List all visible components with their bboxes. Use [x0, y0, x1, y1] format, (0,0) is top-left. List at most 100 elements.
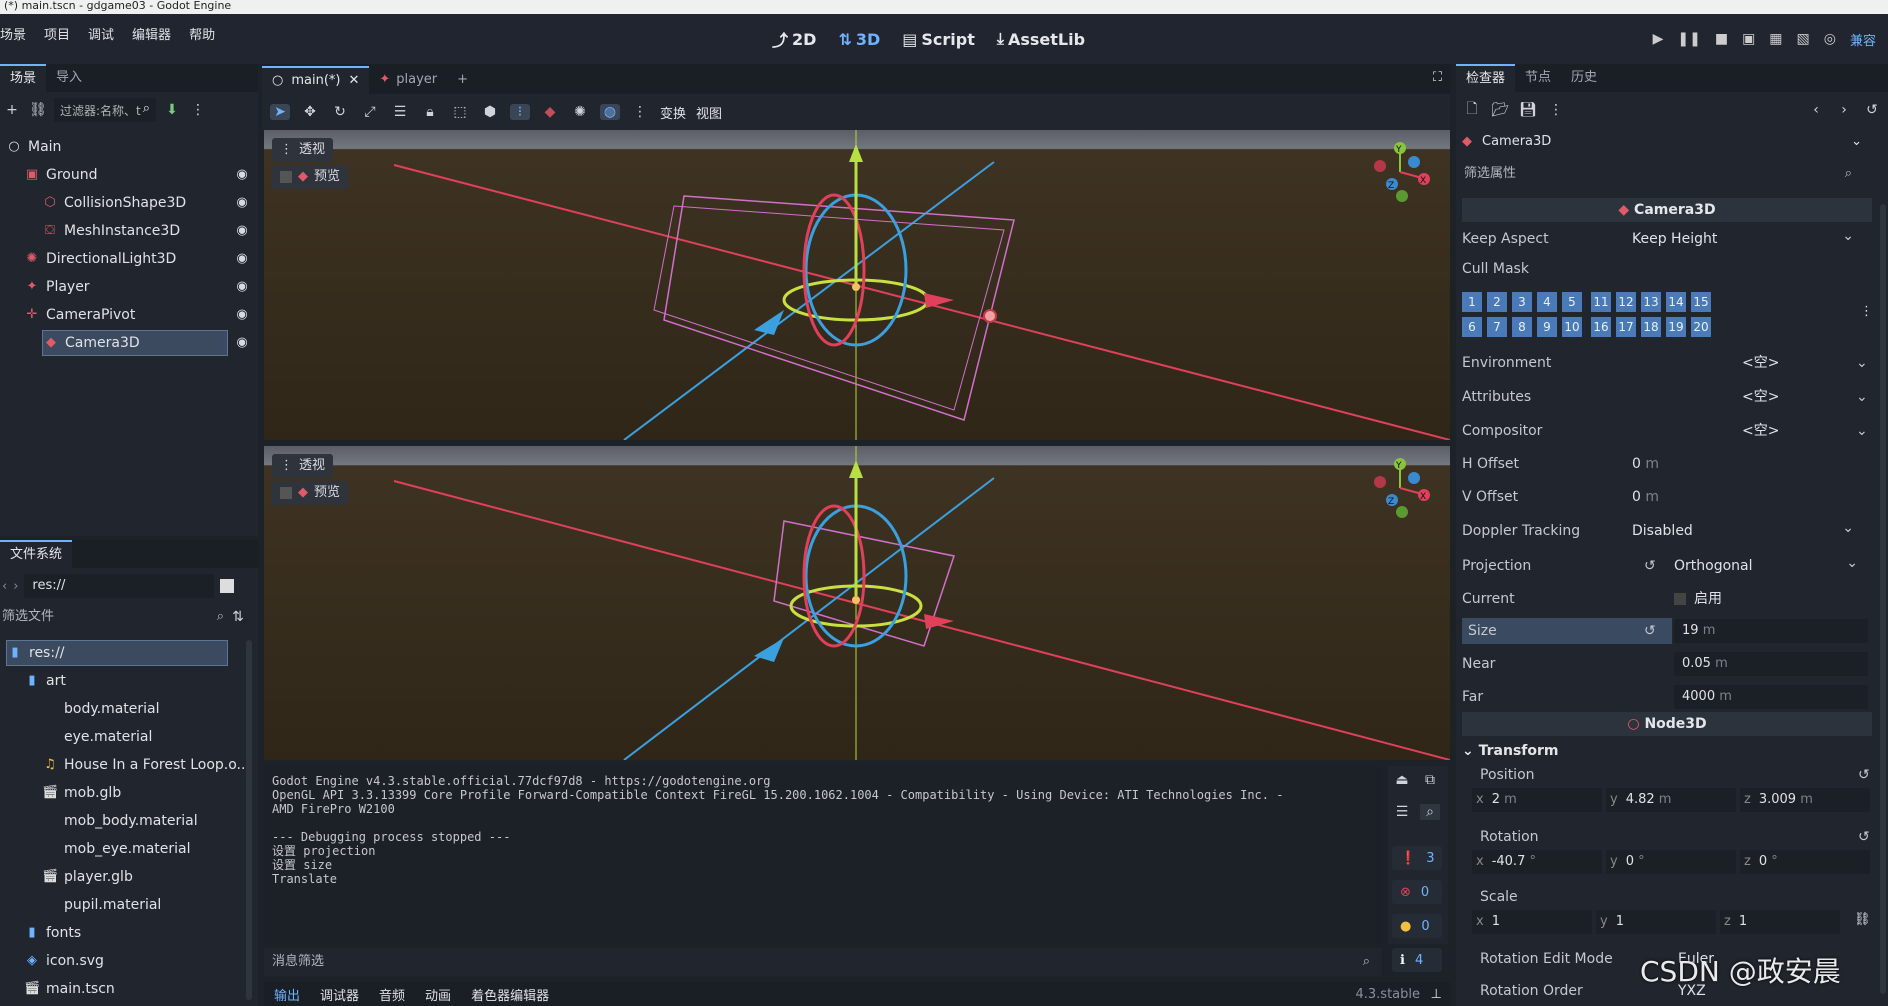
visibility-eye-icon[interactable]: ◉ [234, 251, 250, 267]
checkbox[interactable] [280, 171, 292, 183]
remote-debug-icon[interactable]: ▣ [1742, 31, 1755, 47]
visibility-eye-icon[interactable]: ◉ [234, 335, 250, 351]
menu-debug[interactable]: 调试 [88, 18, 114, 54]
file-item[interactable]: ▮ fonts [24, 920, 81, 946]
scene-tree-node[interactable]: ▣ Ground [24, 162, 98, 188]
select-tool-icon[interactable]: ➤ [270, 104, 290, 120]
play-custom-icon[interactable]: ▧ [1797, 31, 1810, 47]
cull-mask-grid[interactable]: 1 2 3 4 5 11 12 13 14 15 6 7 8 9 10 16 17 18 19 20 [1462, 292, 1722, 344]
tab-shader-editor[interactable]: 着色器编辑器 [471, 985, 549, 1004]
scale-y-field[interactable]: y1 [1596, 910, 1716, 934]
move-tool-icon[interactable]: ✥ [300, 104, 320, 120]
play-scene-icon[interactable]: ▦ [1769, 31, 1782, 47]
menu-editor[interactable]: 编辑器 [132, 18, 171, 54]
tab-player-scene[interactable]: ✦ player [369, 66, 447, 94]
file-item[interactable]: ◈ icon.svg [24, 948, 104, 974]
chevron-down-icon[interactable]: ⌄ [1856, 350, 1868, 376]
menu-project[interactable]: 项目 [44, 18, 70, 54]
axis-gizmo[interactable]: Y X Z [1370, 458, 1430, 518]
axis-gizmo[interactable]: Y X Z [1370, 142, 1430, 202]
revert-icon[interactable]: ↺ [1858, 824, 1870, 850]
object-selector[interactable]: ◆ Camera3D ⌄ [1462, 130, 1862, 154]
snap-icon[interactable]: ⁝ [510, 104, 530, 120]
checkbox[interactable] [280, 487, 292, 499]
back-icon[interactable]: ‹ [1806, 102, 1826, 118]
scene-tree-node[interactable]: ✛ CameraPivot [24, 302, 136, 328]
scrollbar[interactable] [246, 640, 252, 1000]
section-node3d[interactable]: ○ Node3D [1462, 712, 1872, 736]
visibility-eye-icon[interactable]: ◉ [234, 195, 250, 211]
revert-icon[interactable]: ↺ [1858, 762, 1870, 788]
rotation-z-field[interactable]: z0 ° [1740, 850, 1870, 874]
group-icon[interactable]: ⬚ [450, 104, 470, 120]
chevron-down-icon[interactable]: ⌄ [1856, 418, 1868, 444]
cull-layer-bit[interactable]: 4 [1537, 292, 1557, 312]
collapse-icon[interactable]: ☰ [1392, 804, 1412, 820]
revert-icon[interactable]: ↺ [1644, 553, 1656, 579]
file-item[interactable]: ♫ House In a Forest Loop.o... [42, 752, 250, 778]
open-icon[interactable]: 📂︎ [1490, 102, 1510, 118]
chevron-down-icon[interactable]: ⌄ [1856, 384, 1868, 410]
perspective-menu[interactable]: ⋮ 透视 [272, 454, 334, 478]
cull-layer-bit[interactable]: 13 [1641, 292, 1661, 312]
file-item[interactable]: pupil.material [42, 892, 161, 918]
workspace-assetlib-button[interactable]: ⤓ AssetLib [997, 29, 1085, 49]
copy-icon[interactable]: ⧉ [1420, 772, 1440, 788]
cull-layer-bit[interactable]: 3 [1512, 292, 1532, 312]
property-filter-input[interactable]: 筛选属性 ⌕ [1462, 162, 1854, 186]
workspace-3d-button[interactable]: ⇅ 3D [838, 30, 880, 49]
scale-tool-icon[interactable]: ⤢ [360, 104, 380, 120]
stop-icon[interactable]: ■ [1715, 31, 1728, 47]
cull-layer-bit[interactable]: 12 [1616, 292, 1636, 312]
keep-aspect-select[interactable]: Keep Height [1632, 223, 1862, 252]
visibility-eye-icon[interactable]: ◉ [234, 223, 250, 239]
viewport-top[interactable]: ⋮ 透视 ◆ 预览 Y X Z [264, 130, 1450, 440]
message-filter-input[interactable]: 消息筛选 ⌕ [264, 948, 1382, 976]
messages-filter[interactable]: ❗ 3 [1392, 846, 1442, 870]
menu-help[interactable]: 帮助 [189, 18, 215, 54]
movie-maker-icon[interactable]: ◎ [1824, 31, 1836, 47]
tab-audio[interactable]: 音频 [379, 985, 405, 1004]
cull-layer-bit[interactable]: 9 [1537, 317, 1557, 337]
cull-layer-bit[interactable]: 15 [1691, 292, 1711, 312]
cull-layer-bit[interactable]: 8 [1512, 317, 1532, 337]
scene-tree-node[interactable]: ✦ Player [24, 274, 90, 300]
preview-toggle[interactable]: ◆ 预览 [272, 165, 349, 189]
cull-layer-bit[interactable]: 7 [1487, 317, 1507, 337]
view-menu[interactable]: 视图 [696, 103, 722, 122]
cull-layer-bit[interactable]: 10 [1562, 317, 1582, 337]
group-transform[interactable]: ⌄ Transform [1456, 738, 1796, 764]
checkbox[interactable] [1674, 593, 1686, 605]
link-icon[interactable]: ⛓ [1854, 912, 1871, 927]
revert-icon[interactable]: ↺ [1644, 618, 1656, 644]
file-item[interactable]: mob_eye.material [42, 836, 191, 862]
file-item[interactable]: body.material [42, 696, 160, 722]
position-z-field[interactable]: z 3.009 m [1740, 788, 1870, 812]
file-item[interactable]: mob_body.material [42, 808, 198, 834]
cull-layer-bit[interactable]: 17 [1616, 317, 1636, 337]
fullscreen-icon[interactable]: ⛶ [1433, 70, 1442, 85]
cull-layer-bit[interactable]: 2 [1487, 292, 1507, 312]
file-item[interactable]: ▮ art [24, 668, 65, 694]
position-x-field[interactable]: x2 m [1472, 788, 1602, 812]
position-y-field[interactable]: y 4.82 m [1606, 788, 1736, 812]
workspace-2d-button[interactable]: ⤴ 2D [772, 27, 816, 51]
scale-z-field[interactable]: z1 [1720, 910, 1840, 934]
transform-menu[interactable]: 变换 [660, 103, 686, 122]
tab-output[interactable]: 输出 [274, 985, 300, 1004]
cull-layer-bit[interactable]: 14 [1666, 292, 1686, 312]
tab-node[interactable]: 节点 [1515, 64, 1561, 92]
tab-animation[interactable]: 动画 [425, 985, 451, 1004]
menu-scene[interactable]: 场景 [0, 18, 26, 54]
tab-main-scene[interactable]: ○ main(*) ✕ [262, 66, 370, 94]
tab-inspector[interactable]: 检查器 [1456, 64, 1516, 92]
visibility-eye-icon[interactable]: ◉ [234, 167, 250, 183]
visibility-eye-icon[interactable]: ◉ [234, 279, 250, 295]
scene-tree-node[interactable]: ◆ Camera3D [42, 330, 228, 356]
history-icon[interactable]: ↺ [1862, 102, 1882, 118]
info-filter[interactable]: ℹ4 [1392, 948, 1442, 972]
file-item[interactable]: ▮ res:// [6, 640, 228, 666]
more-icon[interactable]: ⋮ [630, 104, 650, 120]
cull-layer-bit[interactable]: 16 [1591, 317, 1611, 337]
add-tab-button[interactable]: + [447, 66, 478, 94]
